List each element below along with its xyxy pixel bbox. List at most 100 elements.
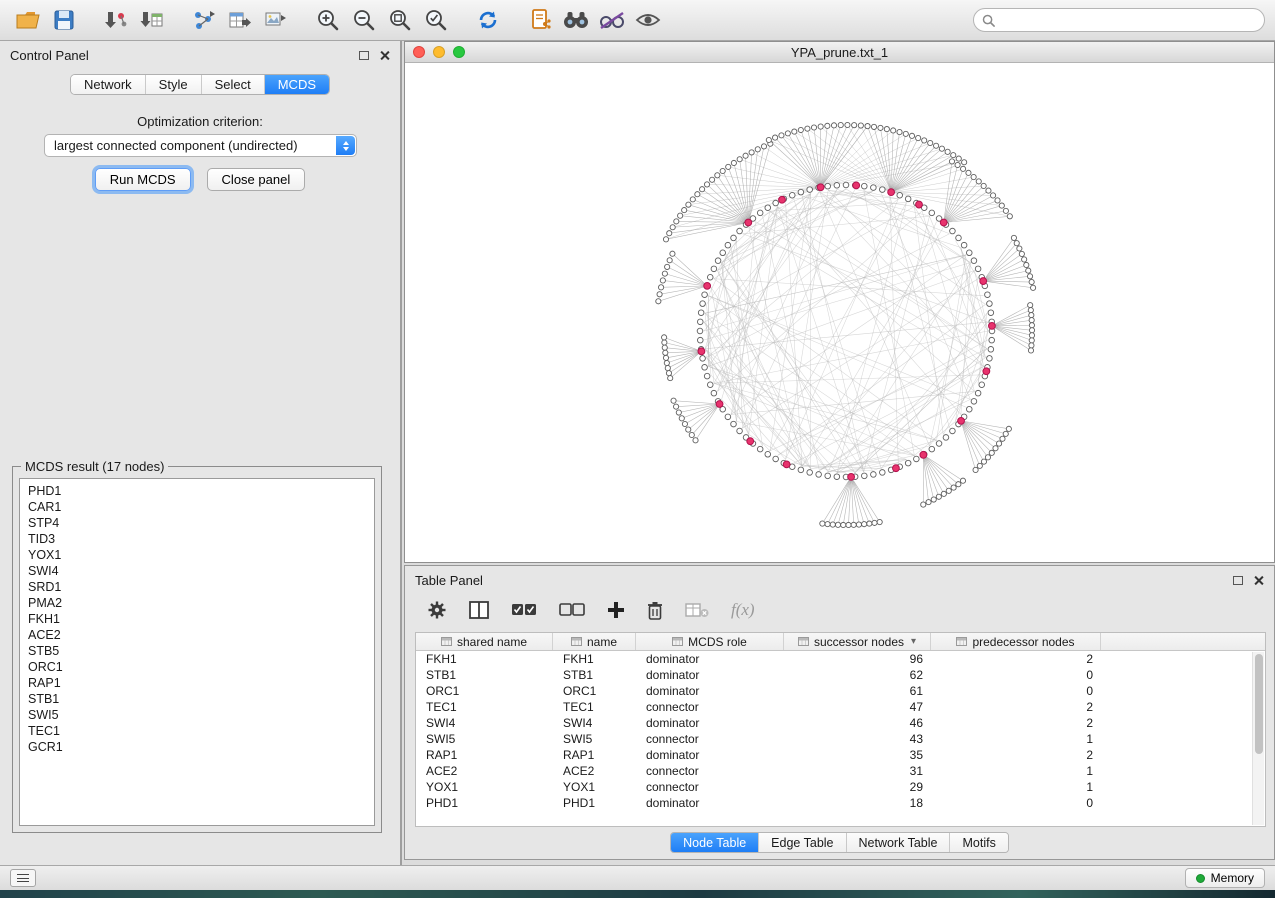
table-cell: TEC1 bbox=[553, 699, 636, 715]
table-row[interactable]: YOX1YOX1connector291 bbox=[416, 779, 1265, 795]
float-panel-icon[interactable] bbox=[359, 51, 369, 60]
add-column-button[interactable] bbox=[607, 601, 625, 619]
table-body: FKH1FKH1dominator962STB1STB1dominator620… bbox=[416, 651, 1265, 811]
mcds-result-item[interactable]: FKH1 bbox=[28, 611, 366, 627]
tab-style[interactable]: Style bbox=[146, 75, 202, 94]
zoom-selected-button[interactable] bbox=[418, 4, 454, 36]
table-cell: PHD1 bbox=[553, 795, 636, 811]
network-titlebar[interactable]: YPA_prune.txt_1 bbox=[405, 42, 1274, 63]
save-button[interactable] bbox=[46, 4, 82, 36]
table-row[interactable]: STB1STB1dominator620 bbox=[416, 667, 1265, 683]
mcds-result-item[interactable]: SWI5 bbox=[28, 707, 366, 723]
show-hide-button[interactable] bbox=[630, 4, 666, 36]
import-network-button[interactable] bbox=[98, 4, 134, 36]
table-row[interactable]: TEC1TEC1connector472 bbox=[416, 699, 1265, 715]
delete-column-button[interactable] bbox=[647, 601, 663, 620]
save-icon bbox=[53, 9, 75, 31]
share-document-button[interactable] bbox=[522, 4, 558, 36]
mcds-result-item[interactable]: SRD1 bbox=[28, 579, 366, 595]
scrollbar-thumb[interactable] bbox=[1255, 654, 1263, 754]
tab-network-table[interactable]: Network Table bbox=[847, 833, 951, 852]
mcds-result-item[interactable]: GCR1 bbox=[28, 739, 366, 755]
optimization-select[interactable]: largest connected component (undirected) bbox=[44, 134, 357, 157]
table-row[interactable]: ACE2ACE2connector311 bbox=[416, 763, 1265, 779]
filter-glasses-button[interactable] bbox=[594, 4, 630, 36]
mcds-result-item[interactable]: CAR1 bbox=[28, 499, 366, 515]
table-row[interactable]: SWI4SWI4dominator462 bbox=[416, 715, 1265, 731]
mcds-result-item[interactable]: SWI4 bbox=[28, 563, 366, 579]
zoom-out-button[interactable] bbox=[346, 4, 382, 36]
mcds-result-item[interactable]: STB1 bbox=[28, 691, 366, 707]
panel-menu-button[interactable] bbox=[10, 869, 36, 887]
hamburger-icon bbox=[17, 874, 29, 882]
table-cell: STB1 bbox=[416, 667, 553, 683]
close-panel-icon[interactable] bbox=[379, 50, 390, 61]
export-network-button[interactable] bbox=[186, 4, 222, 36]
mcds-result-item[interactable]: STB5 bbox=[28, 643, 366, 659]
table-scrollbar[interactable] bbox=[1252, 652, 1264, 825]
open-folder-button[interactable] bbox=[10, 4, 46, 36]
table-cell: SWI5 bbox=[416, 731, 553, 747]
tab-motifs[interactable]: Motifs bbox=[950, 833, 1007, 852]
table-row[interactable]: SWI5SWI5connector431 bbox=[416, 731, 1265, 747]
zoom-out-icon bbox=[352, 8, 376, 32]
column-header-MCDS-role[interactable]: MCDS role bbox=[636, 633, 784, 650]
table-row[interactable]: FKH1FKH1dominator962 bbox=[416, 651, 1265, 667]
eye-icon bbox=[635, 10, 661, 30]
column-header-successor-nodes[interactable]: successor nodes▾ bbox=[784, 633, 931, 650]
mcds-result-item[interactable]: PMA2 bbox=[28, 595, 366, 611]
mcds-result-item[interactable]: TID3 bbox=[28, 531, 366, 547]
bottom-tabs: Node TableEdge TableNetwork TableMotifs bbox=[670, 832, 1009, 853]
tab-mcds[interactable]: MCDS bbox=[265, 75, 329, 94]
mcds-result-item[interactable]: YOX1 bbox=[28, 547, 366, 563]
table-cell: dominator bbox=[636, 683, 784, 699]
mcds-result-title: MCDS result (17 nodes) bbox=[21, 459, 168, 474]
table-cell: SWI4 bbox=[553, 715, 636, 731]
refresh-button[interactable] bbox=[470, 4, 506, 36]
column-header-predecessor-nodes[interactable]: predecessor nodes bbox=[931, 633, 1101, 650]
network-canvas[interactable] bbox=[405, 63, 1274, 562]
column-label: MCDS role bbox=[688, 635, 747, 649]
column-label: successor nodes bbox=[814, 635, 904, 649]
run-mcds-button[interactable]: Run MCDS bbox=[95, 168, 191, 191]
close-table-panel-icon[interactable] bbox=[1253, 575, 1264, 586]
zoom-in-icon bbox=[316, 8, 340, 32]
mcds-result-item[interactable]: TEC1 bbox=[28, 723, 366, 739]
show-columns-button[interactable] bbox=[469, 601, 489, 619]
share-document-icon bbox=[529, 8, 551, 32]
table-row[interactable]: PHD1PHD1dominator180 bbox=[416, 795, 1265, 811]
deselect-all-button[interactable] bbox=[559, 602, 585, 618]
column-header-shared-name[interactable]: shared name bbox=[416, 633, 553, 650]
memory-button[interactable]: Memory bbox=[1185, 868, 1265, 888]
zoom-in-button[interactable] bbox=[310, 4, 346, 36]
mcds-result-item[interactable]: STP4 bbox=[28, 515, 366, 531]
mcds-result-item[interactable]: RAP1 bbox=[28, 675, 366, 691]
tab-network[interactable]: Network bbox=[71, 75, 146, 94]
mcds-result-item[interactable]: ACE2 bbox=[28, 627, 366, 643]
columns-icon bbox=[469, 601, 489, 619]
column-header-name[interactable]: name bbox=[553, 633, 636, 650]
import-table-icon bbox=[140, 9, 164, 31]
mcds-result-item[interactable]: PHD1 bbox=[28, 483, 366, 499]
zoom-fit-button[interactable] bbox=[382, 4, 418, 36]
tab-node-table[interactable]: Node Table bbox=[671, 833, 759, 852]
float-table-panel-icon[interactable] bbox=[1233, 576, 1243, 585]
mcds-result-item[interactable]: ORC1 bbox=[28, 659, 366, 675]
import-network-icon bbox=[104, 9, 128, 31]
find-button[interactable] bbox=[558, 4, 594, 36]
export-image-button[interactable] bbox=[258, 4, 294, 36]
export-table-button[interactable] bbox=[222, 4, 258, 36]
table-cell: ORC1 bbox=[553, 683, 636, 699]
status-bar: Memory bbox=[0, 865, 1275, 890]
import-table-button[interactable] bbox=[134, 4, 170, 36]
close-panel-button[interactable]: Close panel bbox=[207, 168, 306, 191]
tab-select[interactable]: Select bbox=[202, 75, 265, 94]
table-settings-button[interactable] bbox=[427, 600, 447, 620]
table-cell: dominator bbox=[636, 651, 784, 667]
refresh-icon bbox=[475, 8, 501, 32]
table-row[interactable]: ORC1ORC1dominator610 bbox=[416, 683, 1265, 699]
tab-edge-table[interactable]: Edge Table bbox=[759, 833, 846, 852]
table-row[interactable]: RAP1RAP1dominator352 bbox=[416, 747, 1265, 763]
select-all-button[interactable] bbox=[511, 602, 537, 618]
search-input[interactable] bbox=[1001, 12, 1256, 28]
